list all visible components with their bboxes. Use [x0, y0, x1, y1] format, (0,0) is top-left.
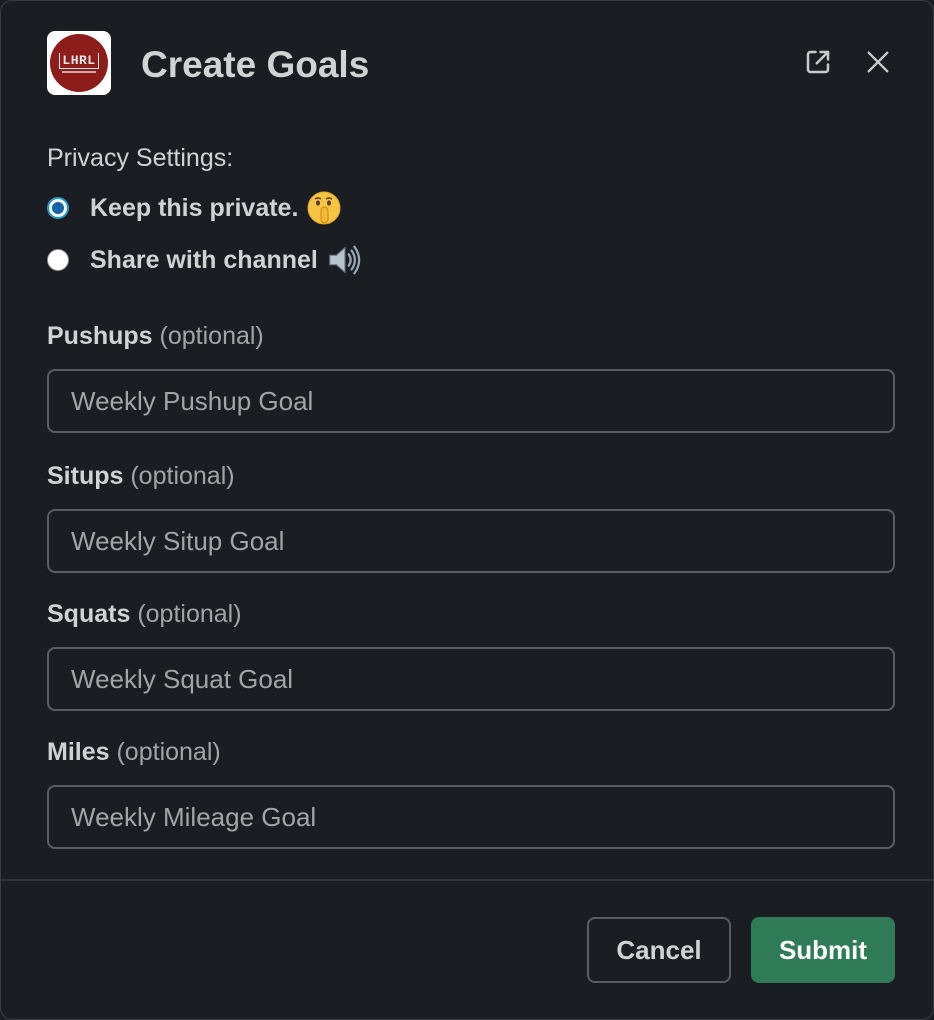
miles-label: Miles (optional) [47, 737, 221, 767]
external-link-icon[interactable] [801, 45, 835, 79]
radio-button-private[interactable] [47, 197, 69, 219]
radio-option-share[interactable]: Share with channel [47, 243, 362, 277]
submit-button[interactable]: Submit [751, 917, 895, 983]
situps-input[interactable] [47, 509, 895, 573]
radio-option-private[interactable]: Keep this private. [47, 191, 342, 225]
logo-badge: LHRL [50, 34, 108, 92]
situps-label-optional: (optional) [130, 462, 235, 490]
miles-label-optional: (optional) [116, 738, 221, 766]
radio-label-private: Keep this private. [90, 194, 299, 222]
situps-label: Situps (optional) [47, 461, 235, 491]
pushups-label-optional: (optional) [159, 322, 264, 350]
situps-label-name: Situps [47, 462, 124, 490]
privacy-settings-label: Privacy Settings: [47, 144, 234, 172]
radio-label-share: Share with channel [90, 246, 318, 274]
cancel-button[interactable]: Cancel [587, 917, 731, 983]
pushups-label-name: Pushups [47, 322, 153, 350]
radio-button-share[interactable] [47, 249, 69, 271]
logo-text: LHRL [59, 53, 99, 69]
squats-label-optional: (optional) [137, 600, 242, 628]
footer-divider [1, 879, 933, 881]
loudspeaker-emoji-icon [326, 242, 362, 278]
squats-label: Squats (optional) [47, 599, 242, 629]
pushups-label: Pushups (optional) [47, 321, 264, 351]
shushing-face-emoji-icon [306, 190, 342, 226]
miles-label-name: Miles [47, 738, 110, 766]
app-logo: LHRL [47, 31, 111, 95]
squats-input[interactable] [47, 647, 895, 711]
logo-subline [62, 71, 96, 73]
pushups-input[interactable] [47, 369, 895, 433]
squats-label-name: Squats [47, 600, 131, 628]
create-goals-modal: LHRL Create Goals Privacy Settings: Keep… [0, 0, 934, 1020]
miles-input[interactable] [47, 785, 895, 849]
modal-title: Create Goals [141, 44, 370, 85]
close-icon[interactable] [861, 45, 895, 79]
